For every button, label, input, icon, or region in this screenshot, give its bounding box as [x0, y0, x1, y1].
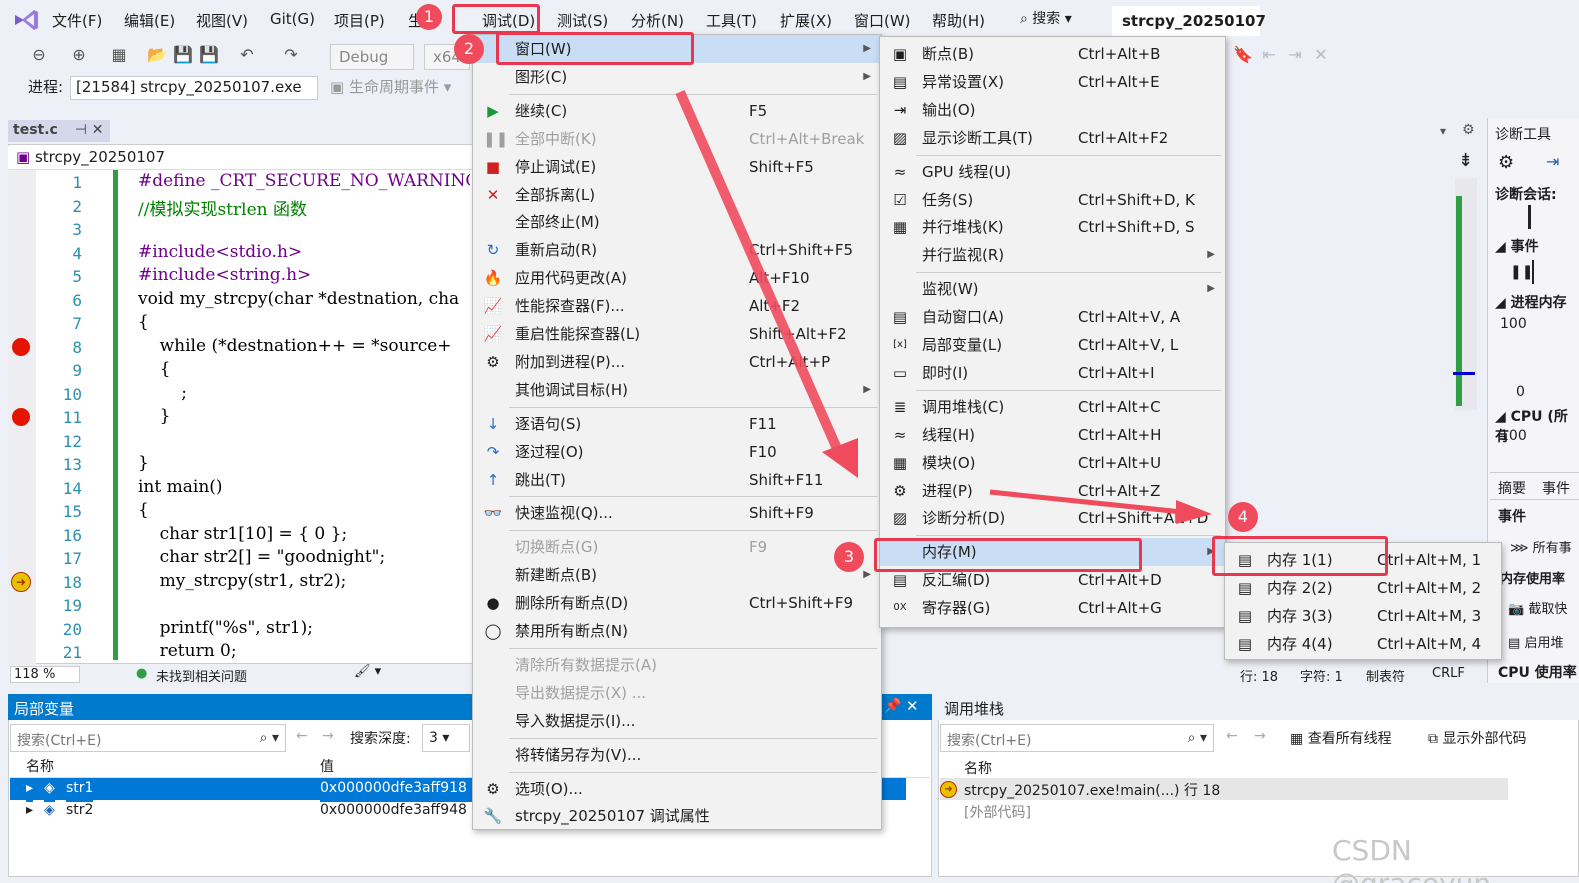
annotation-arrows — [675, 89, 1212, 524]
arrow-to-memory — [675, 89, 847, 463]
watermark: CSDN @graceyun — [1332, 834, 1491, 883]
arrowhead-memory1 — [1176, 500, 1212, 524]
arrow-to-memory1 — [989, 489, 1183, 515]
